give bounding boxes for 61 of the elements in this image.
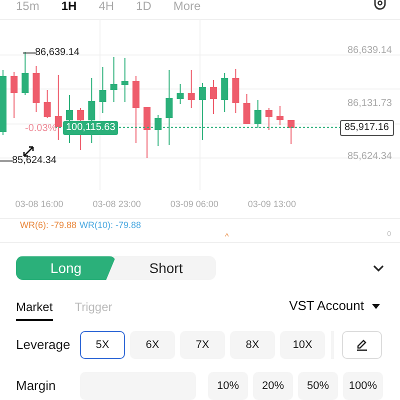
dropdown-arrow-icon (372, 304, 380, 309)
change-percent: -0.03% (25, 122, 57, 135)
candlestick (232, 68, 240, 114)
candlestick (276, 105, 284, 126)
candlestick (243, 93, 250, 124)
candlestick (32, 65, 40, 112)
margin-label: Margin (16, 377, 57, 396)
candlestick (0, 69, 6, 136)
indicator-value: WR(10): -79.88 (80, 220, 142, 232)
margin-percent-option[interactable]: 100% (343, 372, 383, 400)
edit-leverage-button[interactable] (342, 330, 382, 359)
candlestick (10, 71, 18, 118)
price-axis-label: 86,131.73 (348, 98, 392, 110)
caret-icon: ^ (225, 233, 229, 242)
candlestick (22, 51, 29, 96)
last-price-label: 85,917.16 (340, 120, 394, 136)
candlestick (144, 106, 151, 158)
time-axis-label: 03-08 16:00 (15, 198, 64, 210)
margin-percent-option[interactable]: 10% (208, 372, 248, 400)
candlestick (54, 74, 62, 140)
low-price-label: 85,624.34 (12, 154, 56, 167)
time-axis-label: 03-08 23:00 (92, 198, 141, 210)
candlestick (154, 114, 162, 146)
candlestick (176, 83, 184, 104)
candlestick (254, 99, 262, 128)
candlestick (121, 57, 128, 102)
indicator-value: WR(6): -79.88 (20, 220, 77, 232)
margin-percent-option[interactable]: 50% (298, 372, 338, 400)
account-dropdown[interactable]: VST Account (289, 296, 380, 320)
leverage-option[interactable]: 5X (80, 330, 125, 359)
expand-icon[interactable] (22, 144, 35, 158)
candlestick (288, 119, 295, 144)
leader-line (22, 52, 36, 54)
candlestick (132, 75, 140, 144)
price-axis-label: 86,639.14 (348, 44, 392, 57)
time-axis-label: 03-09 13:00 (248, 198, 296, 210)
pencil-icon (356, 338, 368, 351)
leverage-option[interactable]: 8X (230, 330, 275, 359)
order-type-tab[interactable]: Market (16, 295, 53, 321)
candlestick (221, 72, 228, 112)
candlestick (265, 107, 272, 130)
leverage-option[interactable]: 7X (180, 330, 225, 359)
margin-percent-option[interactable]: 20% (253, 372, 293, 400)
high-price-label: 86,639.14 (35, 46, 80, 59)
candlestick (110, 56, 118, 102)
candlestick (210, 79, 218, 114)
leverage-option[interactable]: 10X (280, 330, 325, 359)
candlestick (198, 82, 206, 140)
settings-icon[interactable] (374, 0, 386, 10)
candlestick (188, 69, 195, 108)
time-axis-label: 03-09 06:00 (170, 198, 218, 210)
chevron-down-icon[interactable] (373, 264, 384, 272)
leverage-option[interactable]: 6X (130, 330, 175, 359)
price-axis-label: 85,624.34 (348, 150, 392, 163)
candlestick (99, 66, 106, 114)
side-tab[interactable]: Short (116, 256, 216, 280)
mark-price-badge: 100,115.63 (63, 120, 118, 135)
leverage-label: Leverage (16, 336, 72, 354)
candlestick (44, 89, 51, 118)
timeframe-tab[interactable]: 1H (61, 0, 77, 12)
leader-line (0, 160, 12, 162)
